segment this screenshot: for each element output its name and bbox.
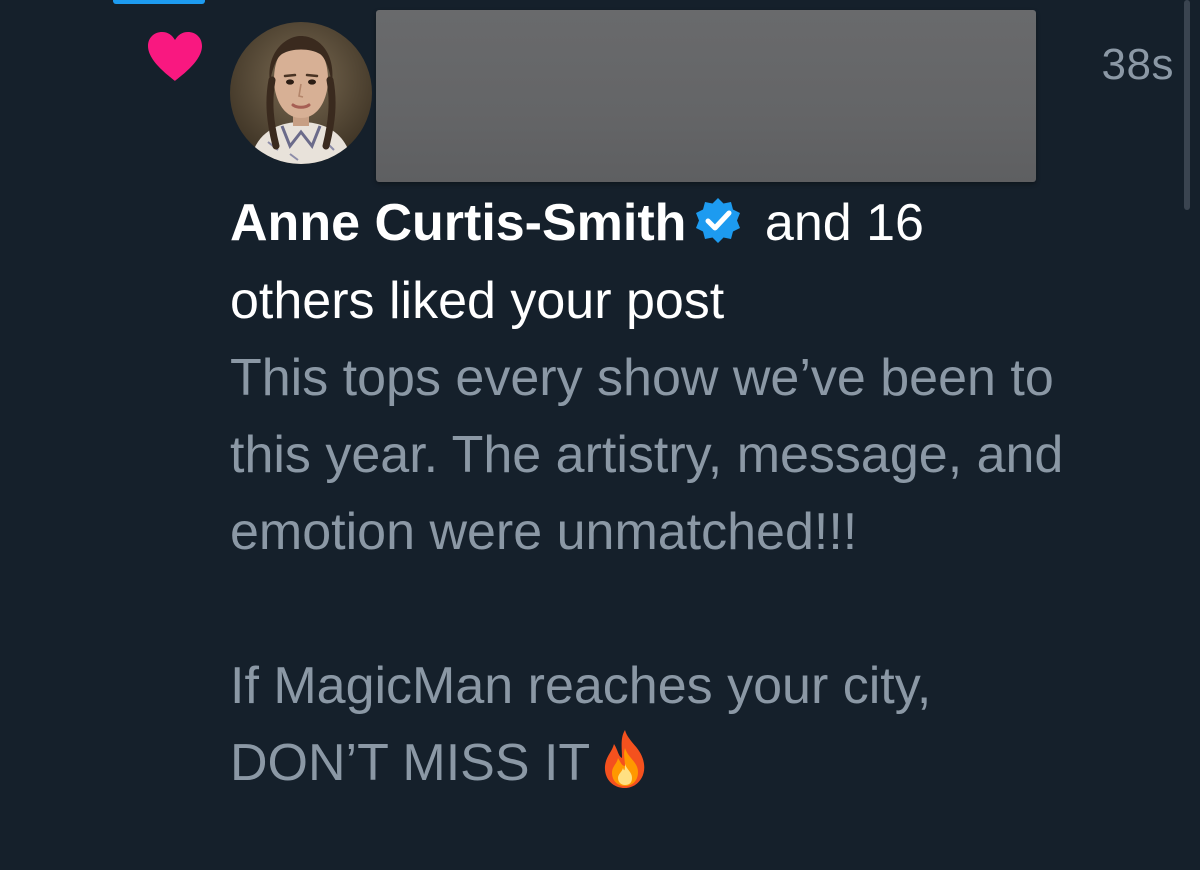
post-excerpt[interactable]: This tops every show we’ve been to this …	[230, 340, 1190, 802]
scrollbar[interactable]	[1184, 0, 1190, 210]
post-excerpt-line: DON’T MISS IT	[230, 734, 591, 792]
post-excerpt-line: this year. The artistry, message, and	[230, 426, 1064, 484]
summary-rest-1: and 16	[750, 194, 924, 252]
actor-name[interactable]: Anne Curtis-Smith	[230, 194, 686, 252]
post-excerpt-line: This tops every show we’ve been to	[230, 349, 1054, 407]
summary-rest-2: others liked your post	[230, 272, 725, 330]
post-excerpt-line: If MagicMan reaches your city,	[230, 657, 932, 715]
post-excerpt-line: emotion were unmatched!!!	[230, 503, 858, 561]
notification-summary[interactable]: Anne Curtis-Smith and 16 others liked yo…	[230, 184, 1030, 340]
tab-indicator	[113, 0, 205, 4]
verified-badge-icon	[692, 192, 744, 244]
redacted-avatars	[376, 10, 1036, 182]
post-excerpt-last-line: DON’T MISS IT	[230, 725, 1190, 802]
heart-icon	[146, 31, 204, 83]
timestamp: 38s	[1101, 40, 1174, 89]
avatar[interactable]	[230, 22, 372, 164]
fire-icon	[598, 728, 652, 790]
